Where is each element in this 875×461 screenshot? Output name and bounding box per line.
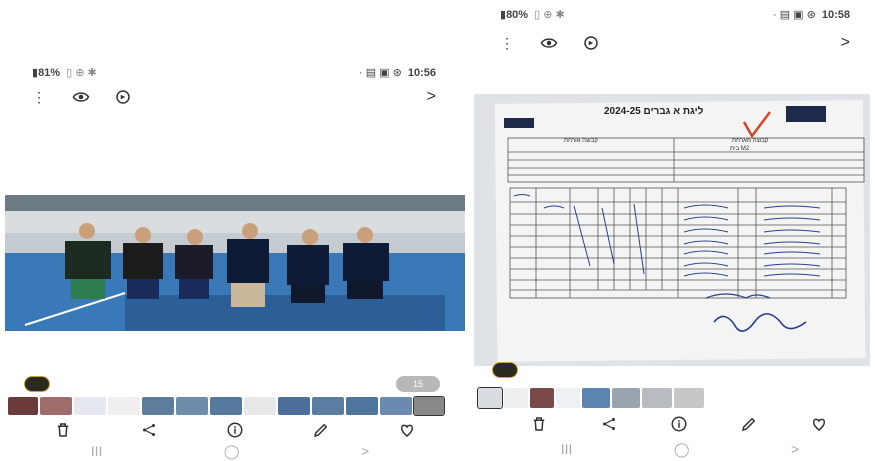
eye-icon[interactable] bbox=[72, 88, 90, 106]
chevron-right-icon[interactable]: > bbox=[841, 34, 850, 52]
right-phone-screen: ▮ 80% ▯ ⊕ ✱ · ▤ ▣ ⊛ 10:58 ⋮ > ליגת א גבר… bbox=[470, 0, 875, 461]
edit-icon[interactable] bbox=[740, 415, 758, 433]
thumbnail[interactable] bbox=[108, 397, 140, 415]
recent-apps-button[interactable]: III bbox=[561, 441, 573, 457]
edit-icon[interactable] bbox=[312, 421, 330, 439]
battery-level: 81% bbox=[38, 66, 61, 79]
more-options-icon[interactable]: ⋮ bbox=[32, 89, 46, 106]
viewer-toolbar: ⋮ > bbox=[500, 34, 850, 52]
team-photo[interactable] bbox=[5, 195, 465, 331]
favorite-icon[interactable] bbox=[398, 421, 416, 439]
team-logo-icon[interactable] bbox=[24, 376, 50, 392]
team-logo-icon[interactable] bbox=[492, 362, 518, 378]
favorite-icon[interactable] bbox=[810, 415, 828, 433]
thumbnail[interactable] bbox=[612, 388, 640, 408]
thumbnail[interactable] bbox=[210, 397, 242, 415]
thumbnail-strip bbox=[8, 396, 460, 416]
system-navbar: III ◯ > bbox=[30, 442, 430, 460]
home-button[interactable]: ◯ bbox=[224, 443, 240, 460]
delete-icon[interactable] bbox=[530, 415, 548, 433]
status-icons: ▯ ⊕ ✱ bbox=[534, 9, 565, 21]
thumbnail[interactable] bbox=[642, 388, 672, 408]
viewer-toolbar: ⋮ > bbox=[32, 88, 436, 106]
photo-count: 15 bbox=[412, 379, 423, 389]
sheet-host-team-name: M2 בית bbox=[730, 146, 750, 152]
eye-icon[interactable] bbox=[540, 34, 558, 52]
action-bar bbox=[20, 420, 450, 440]
thumbnail[interactable] bbox=[556, 388, 580, 408]
battery-level: 80% bbox=[506, 8, 529, 21]
signal-icons: · ▤ ▣ ⊛ bbox=[359, 67, 402, 79]
remaster-icon[interactable] bbox=[582, 34, 600, 52]
back-button[interactable]: > bbox=[791, 441, 799, 457]
thumbnail[interactable] bbox=[8, 397, 38, 415]
action-bar bbox=[504, 414, 854, 434]
score-sheet-photo[interactable]: ליגת א גברים 2024-25 קבוצה אורחת קבוצה מ… bbox=[474, 94, 870, 366]
thumbnail[interactable] bbox=[142, 397, 174, 415]
info-icon[interactable] bbox=[670, 415, 688, 433]
thumbnail-selected[interactable] bbox=[477, 387, 503, 409]
share-icon[interactable] bbox=[140, 421, 158, 439]
recent-apps-button[interactable]: III bbox=[91, 443, 103, 459]
sheet-title: ליגת א גברים 2024-25 bbox=[604, 106, 704, 117]
left-phone-screen: ▮ 81% ▯ ⊕ ✱ · ▤ ▣ ⊛ 10:56 ⋮ > 15 III ◯ > bbox=[0, 58, 467, 461]
thumbnail[interactable] bbox=[674, 388, 704, 408]
thumbnail[interactable] bbox=[504, 388, 528, 408]
thumbnail-selected[interactable] bbox=[413, 396, 445, 416]
thumbnail[interactable] bbox=[176, 397, 208, 415]
thumbnail[interactable] bbox=[74, 397, 106, 415]
thumbnail[interactable] bbox=[346, 397, 378, 415]
clock: 10:58 bbox=[821, 8, 850, 21]
remaster-icon[interactable] bbox=[114, 88, 132, 106]
sheet-guest-team-label: קבוצה אורחת bbox=[564, 138, 598, 144]
status-icons: ▯ ⊕ ✱ bbox=[66, 67, 97, 79]
thumbnail[interactable] bbox=[582, 388, 610, 408]
status-bar: ▮ 81% ▯ ⊕ ✱ · ▤ ▣ ⊛ 10:56 bbox=[32, 66, 436, 80]
chevron-right-icon[interactable]: > bbox=[427, 88, 436, 106]
signal-icons: · ▤ ▣ ⊛ bbox=[773, 9, 816, 21]
delete-icon[interactable] bbox=[54, 421, 72, 439]
sheet-host-team-label: קבוצה מארחת bbox=[732, 138, 769, 144]
system-navbar: III ◯ > bbox=[510, 440, 850, 458]
thumbnail[interactable] bbox=[278, 397, 310, 415]
thumbnail[interactable] bbox=[312, 397, 344, 415]
thumbnail[interactable] bbox=[530, 388, 554, 408]
status-bar: ▮ 80% ▯ ⊕ ✱ · ▤ ▣ ⊛ 10:58 bbox=[500, 8, 850, 22]
photo-count-badge[interactable]: 15 bbox=[396, 376, 440, 392]
info-icon[interactable] bbox=[226, 421, 244, 439]
share-icon[interactable] bbox=[600, 415, 618, 433]
thumbnail[interactable] bbox=[40, 397, 72, 415]
clock: 10:56 bbox=[407, 66, 436, 79]
thumbnail-strip bbox=[477, 387, 740, 409]
back-button[interactable]: > bbox=[361, 443, 369, 459]
home-button[interactable]: ◯ bbox=[674, 441, 690, 458]
thumbnail[interactable] bbox=[244, 397, 276, 415]
thumbnail[interactable] bbox=[380, 397, 412, 415]
more-options-icon[interactable]: ⋮ bbox=[500, 35, 514, 52]
